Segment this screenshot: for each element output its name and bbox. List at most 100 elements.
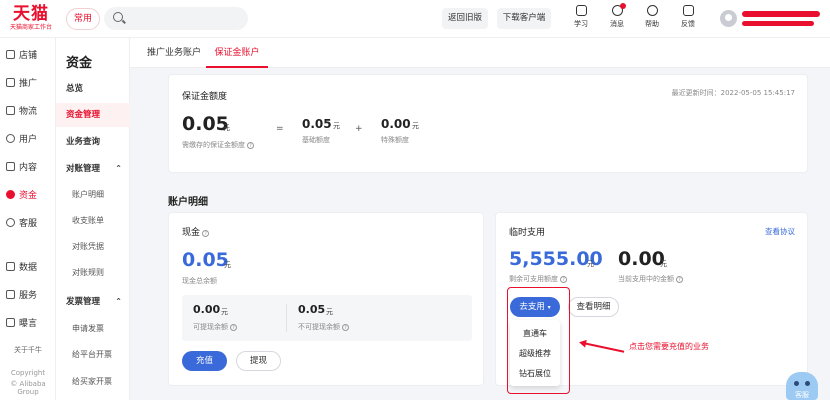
subnav-item-platform-invoice[interactable]: 给平台开票: [56, 343, 130, 367]
current-use-desc-text: 当前支用中的金额: [618, 275, 674, 283]
help-icon[interactable]: ?: [202, 230, 210, 237]
non-withdrawable-amount: 0.05: [298, 303, 326, 316]
sidebar-item-content[interactable]: 内容: [0, 154, 56, 182]
divider: [286, 304, 287, 332]
subnav-item-bills[interactable]: 收支账单: [56, 209, 130, 233]
sidebar-item-user[interactable]: 用户: [0, 126, 56, 154]
subnav-item-fund-management[interactable]: 资金管理: [56, 103, 130, 127]
subnav-item-rules[interactable]: 对账规则: [56, 261, 130, 285]
help-label: 帮助: [645, 20, 659, 28]
cash-total-unit: 元: [224, 261, 231, 269]
app-root: 天猫 天猫商家工作台 常用 返回旧版 下载客户端 学习 消息 帮助 反馈 店铺 …: [0, 0, 830, 400]
sidebar-item-voice[interactable]: 曝言: [0, 310, 56, 338]
sidebar-item-data[interactable]: 数据: [0, 254, 56, 282]
subnav-group-label: 发票管理: [66, 297, 101, 307]
subnav-item-business-query[interactable]: 业务查询: [56, 130, 130, 154]
widget-label: 客服: [795, 391, 809, 399]
account-detail-title: 账户明细: [168, 197, 208, 208]
subnav-group-invoice[interactable]: 发票管理 ⌃: [56, 290, 130, 314]
main-content: 保证金额度 最近更新时间：2022-05-05 15:45:17 0.05 元 …: [130, 68, 830, 400]
subnav-group-label: 对账管理: [66, 164, 101, 174]
data-icon: [6, 262, 15, 271]
sidebar-item-label: 资金: [19, 191, 38, 201]
help-button[interactable]: 帮助: [637, 5, 667, 29]
withdraw-button[interactable]: 提现: [236, 351, 281, 371]
view-detail-button[interactable]: 查看明细: [568, 297, 619, 317]
redacted-shopname: [742, 21, 814, 26]
unread-dot: [620, 3, 626, 9]
sidebar-item-promotion[interactable]: 推广: [0, 70, 56, 98]
about-link[interactable]: 关于千牛: [0, 345, 56, 355]
store-icon: [6, 50, 15, 59]
feedback-icon: [682, 5, 694, 16]
feedback-button[interactable]: 反馈: [673, 5, 703, 29]
sidebar-item-fund[interactable]: 资金: [0, 182, 56, 210]
withdrawable-amount: 0.00: [193, 303, 221, 316]
help-icon[interactable]: ?: [247, 142, 254, 149]
mascot-eye-icon: [794, 381, 799, 386]
help-icon[interactable]: ?: [230, 324, 237, 331]
deposit-card: 保证金额度 最近更新时间：2022-05-05 15:45:17 0.05 元 …: [168, 74, 808, 173]
deposit-title: 保证金额度: [182, 92, 228, 102]
remaining-desc: 剩余可支用额度?: [509, 274, 567, 284]
subnav-item-vouchers[interactable]: 对账凭据: [56, 235, 130, 259]
search-input[interactable]: [130, 10, 240, 26]
recharge-button[interactable]: 充值: [182, 351, 227, 371]
tab-promotion-account[interactable]: 推广业务账户: [142, 38, 206, 68]
avatar[interactable]: [720, 10, 737, 27]
non-withdrawable-unit: 元: [326, 308, 333, 316]
cash-title: 现金?: [182, 225, 210, 238]
sidebar-item-label: 用户: [19, 135, 38, 145]
content-icon: [6, 162, 15, 171]
sidebar-item-services[interactable]: 服务: [0, 282, 56, 310]
feedback-label: 反馈: [681, 20, 695, 28]
chevron-up-icon: ⌃: [115, 164, 122, 173]
tab-deposit-account[interactable]: 保证金账户: [206, 38, 268, 68]
deposit-unit: 元: [223, 124, 230, 132]
common-button[interactable]: 常用: [66, 8, 100, 30]
promotion-icon: [6, 78, 15, 87]
back-old-version-button[interactable]: 返回旧版: [442, 8, 488, 29]
sidebar-item-service[interactable]: 客服: [0, 210, 56, 238]
message-button[interactable]: 消息: [602, 3, 632, 29]
base-amount: 0.05: [302, 117, 332, 131]
plus-sign: +: [355, 124, 363, 134]
view-agreement-link[interactable]: 查看协议: [765, 226, 795, 237]
sidebar-item-store[interactable]: 店铺: [0, 42, 56, 70]
deposit-desc: 需缴存的保证金额度?: [182, 140, 254, 150]
subnav-item-apply-invoice[interactable]: 申请发票: [56, 317, 130, 341]
subnav-item-buyer-invoice[interactable]: 给买家开票: [56, 370, 130, 394]
withdrawable-unit: 元: [221, 308, 228, 316]
cash-total-amount: 0.05: [182, 249, 229, 271]
current-use-amount: 0.00: [618, 248, 665, 270]
tmall-logo[interactable]: 天猫 天猫商家工作台: [6, 5, 56, 32]
non-withdrawable-desc: 不可提现余额?: [298, 322, 349, 332]
subnav-item-overview[interactable]: 总览: [56, 77, 130, 101]
top-bar: 天猫 天猫商家工作台 常用 返回旧版 下载客户端 学习 消息 帮助 反馈: [0, 0, 830, 38]
subnav-item-account-detail[interactable]: 账户明细: [56, 183, 130, 207]
fund-icon: [6, 190, 15, 199]
current-use-desc: 当前支用中的金额?: [618, 274, 683, 284]
sidebar-item-label: 物流: [19, 107, 38, 117]
withdrawable-desc-text: 可提现余额: [193, 323, 228, 331]
subnav-title: 资金: [66, 56, 93, 71]
customer-service-widget[interactable]: 客服: [786, 372, 818, 400]
search-box[interactable]: [104, 7, 248, 30]
help-icon[interactable]: ?: [560, 276, 567, 283]
learn-button[interactable]: 学习: [566, 5, 596, 29]
current-use-unit: 元: [660, 260, 667, 268]
sidebar-item-label: 客服: [19, 219, 38, 229]
sidebar-item-label: 服务: [19, 291, 38, 301]
subnav-group-reconciliation[interactable]: 对账管理 ⌃: [56, 157, 130, 181]
download-client-button[interactable]: 下载客户端: [497, 8, 551, 29]
copyright-line-1: Copyright: [10, 369, 46, 377]
cash-total-desc: 现金总余额: [182, 277, 217, 285]
chevron-up-icon: ⌃: [115, 297, 122, 306]
cash-breakdown-box: 0.00 元 可提现余额? 0.05 元 不可提现余额?: [182, 295, 472, 341]
sidebar-item-label: 推广: [19, 79, 38, 89]
help-icon[interactable]: ?: [676, 276, 683, 283]
logistics-icon: [6, 106, 15, 115]
help-icon[interactable]: ?: [342, 324, 349, 331]
sidebar-item-logistics[interactable]: 物流: [0, 98, 56, 126]
sidebar-item-label: 店铺: [19, 51, 38, 61]
